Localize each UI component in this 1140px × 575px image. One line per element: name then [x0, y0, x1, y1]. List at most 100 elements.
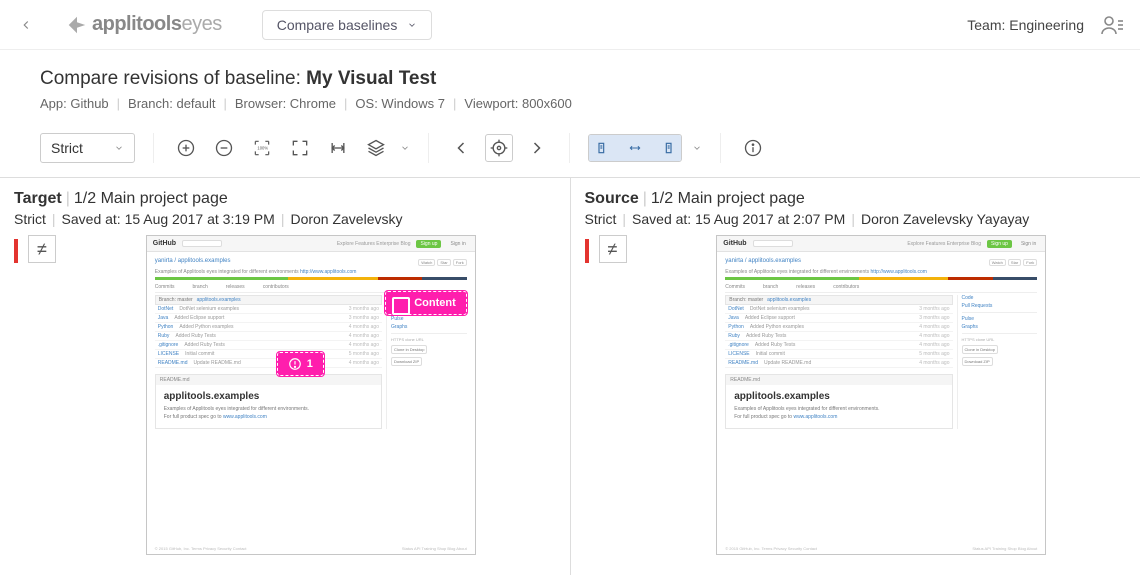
diff-indicator-icon [14, 239, 18, 263]
zoom-out-button[interactable] [210, 134, 238, 162]
layers-button[interactable] [362, 134, 390, 162]
thumb-readme-p2a: For full product spec go to [734, 414, 793, 420]
thumb-desc-link: http://www.applitools.com [300, 269, 356, 275]
view-mode-side-by-side[interactable] [589, 135, 621, 161]
thumb-readme-title: applitools.examples [164, 391, 373, 402]
team-label[interactable]: Team: Engineering [967, 17, 1084, 33]
chevron-down-icon[interactable] [400, 143, 410, 153]
user-menu-icon[interactable] [1100, 13, 1124, 37]
thumb-file-row: .gitignoreAdded Ruby Tests4 months ago [155, 341, 382, 350]
thumb-tab: branch [192, 284, 207, 290]
thumb-foot-left: © 2015 GitHub, Inc. Terms Privacy Securi… [725, 546, 817, 551]
thumb-star: Star [1008, 259, 1021, 266]
target-thumbnail[interactable]: GitHub Explore Features Enterprise Blog … [146, 235, 476, 555]
thumb-side-https: HTTPS clone URL [962, 337, 1038, 342]
match-level-select[interactable]: Strict [40, 133, 135, 163]
thumb-file-row: .gitignoreAdded Ruby Tests4 months ago [725, 341, 952, 350]
source-step: 1/2 Main project page [651, 190, 805, 207]
thumb-nav: Explore Features Enterprise Blog [907, 241, 981, 247]
thumb-tab: releases [226, 284, 245, 290]
title-prefix: Compare revisions of baseline: [40, 68, 306, 89]
source-author: Doron Zavelevsky Yayayay [861, 211, 1029, 227]
thumb-file-row: DotNetDotNet selenium examples3 months a… [155, 305, 382, 314]
page-title: Compare revisions of baseline: My Visual… [40, 68, 1100, 90]
source-thumbnail[interactable]: GitHub Explore Features Enterprise Blog … [716, 235, 1046, 555]
thumb-readme-title: applitools.examples [734, 391, 943, 402]
thumb-signin: Sign in [1018, 240, 1039, 248]
thumb-filehead-branch: Branch: master [729, 297, 763, 303]
thumb-file-row: LICENSEInitial commit5 months ago [155, 350, 382, 359]
actual-size-button[interactable] [324, 134, 352, 162]
next-diff-button[interactable] [523, 134, 551, 162]
prev-diff-button[interactable] [447, 134, 475, 162]
chevron-down-icon [407, 20, 417, 30]
zoom-100-button[interactable]: 100% [248, 134, 276, 162]
thumb-desc: Examples of Applitools eyes integrated f… [725, 269, 870, 275]
thumb-file-row: PythonAdded Python examples4 months ago [155, 323, 382, 332]
thumb-readme-p2b: www.applitools.com [793, 414, 837, 420]
thumb-foot-left: © 2015 GitHub, Inc. Terms Privacy Securi… [155, 546, 247, 551]
target-saved: Saved at: 15 Aug 2017 at 3:19 PM [62, 211, 275, 227]
bug-region-badge[interactable]: 1 [277, 352, 324, 376]
title-name: My Visual Test [306, 68, 436, 89]
thumb-file-row: PythonAdded Python examples4 months ago [725, 323, 952, 332]
view-mode-swap[interactable] [621, 135, 649, 161]
compare-baselines-dropdown[interactable]: Compare baselines [262, 10, 433, 40]
source-match: Strict [585, 211, 617, 227]
fit-screen-button[interactable] [286, 134, 314, 162]
view-mode-toggle[interactable] [588, 134, 682, 162]
thumb-file-row: README.mdUpdate README.md4 months ago [725, 359, 952, 368]
thumb-signup: Sign up [416, 240, 441, 248]
source-label: Source [585, 190, 639, 207]
bug-count: 1 [307, 358, 313, 370]
meta-browser: Browser: Chrome [235, 96, 336, 111]
brand-bold: applitools [92, 13, 181, 35]
info-button[interactable] [739, 134, 767, 162]
thumb-filehead-path: applitools.examples [197, 297, 241, 303]
meta-branch: Branch: default [128, 96, 215, 111]
chevron-down-icon[interactable] [692, 143, 702, 153]
brand-light: eyes [181, 13, 221, 35]
thumb-tab: Commits [725, 284, 745, 290]
source-saved: Saved at: 15 Aug 2017 at 2:07 PM [632, 211, 845, 227]
thumb-nav: Explore Features Enterprise Blog [337, 241, 411, 247]
thumb-desc: Examples of Applitools eyes integrated f… [155, 269, 300, 275]
target-author: Doron Zavelevsky [290, 211, 402, 227]
source-status-badge[interactable]: ≠ [599, 235, 627, 263]
meta-os: OS: Windows 7 [355, 96, 445, 111]
zoom-in-button[interactable] [172, 134, 200, 162]
thumb-file-row: RubyAdded Ruby Tests4 months ago [725, 332, 952, 341]
thumb-file-row: README.mdUpdate README.md4 months ago [155, 359, 382, 368]
content-region-tag[interactable]: Content [385, 291, 467, 315]
thumb-readme-p2b: www.applitools.com [223, 414, 267, 420]
locate-diff-button[interactable] [485, 134, 513, 162]
target-match: Strict [14, 211, 46, 227]
back-button[interactable] [16, 15, 36, 35]
thumb-file-row: JavaAdded Eclipse support3 months ago [725, 314, 952, 323]
thumb-star: Star [437, 259, 450, 266]
thumb-readme-p2a: For full product spec go to [164, 414, 223, 420]
thumb-side-clone: Clone in Desktop [391, 345, 427, 354]
target-status-badge[interactable]: ≠ [28, 235, 56, 263]
target-step: 1/2 Main project page [74, 190, 228, 207]
thumb-readme-p1: Examples of Applitools eyes integrated f… [164, 406, 373, 412]
diff-indicator-icon [585, 239, 589, 263]
alert-icon [288, 357, 302, 371]
thumb-site: GitHub [723, 240, 746, 247]
thumb-filehead-path: applitools.examples [767, 297, 811, 303]
target-label: Target [14, 190, 62, 207]
view-mode-overlay[interactable] [649, 135, 681, 161]
thumb-side-pull: Pull Requests [962, 303, 1038, 309]
svg-text:100%: 100% [257, 146, 268, 151]
thumb-side-graphs: Graphs [391, 324, 467, 330]
thumb-watch: Watch [418, 259, 435, 266]
thumb-readme-head: README.md [726, 375, 951, 385]
thumb-watch: Watch [989, 259, 1006, 266]
meta-app: App: Github [40, 96, 109, 111]
thumb-signin: Sign in [447, 240, 468, 248]
thumb-file-row: LICENSEInitial commit5 months ago [725, 350, 952, 359]
chevron-down-icon [114, 143, 124, 153]
thumb-fork: Fork [1023, 259, 1037, 266]
thumb-foot-right: Status API Training Shop Blog About [402, 546, 467, 551]
thumb-side-zip: Download ZIP [962, 357, 993, 366]
